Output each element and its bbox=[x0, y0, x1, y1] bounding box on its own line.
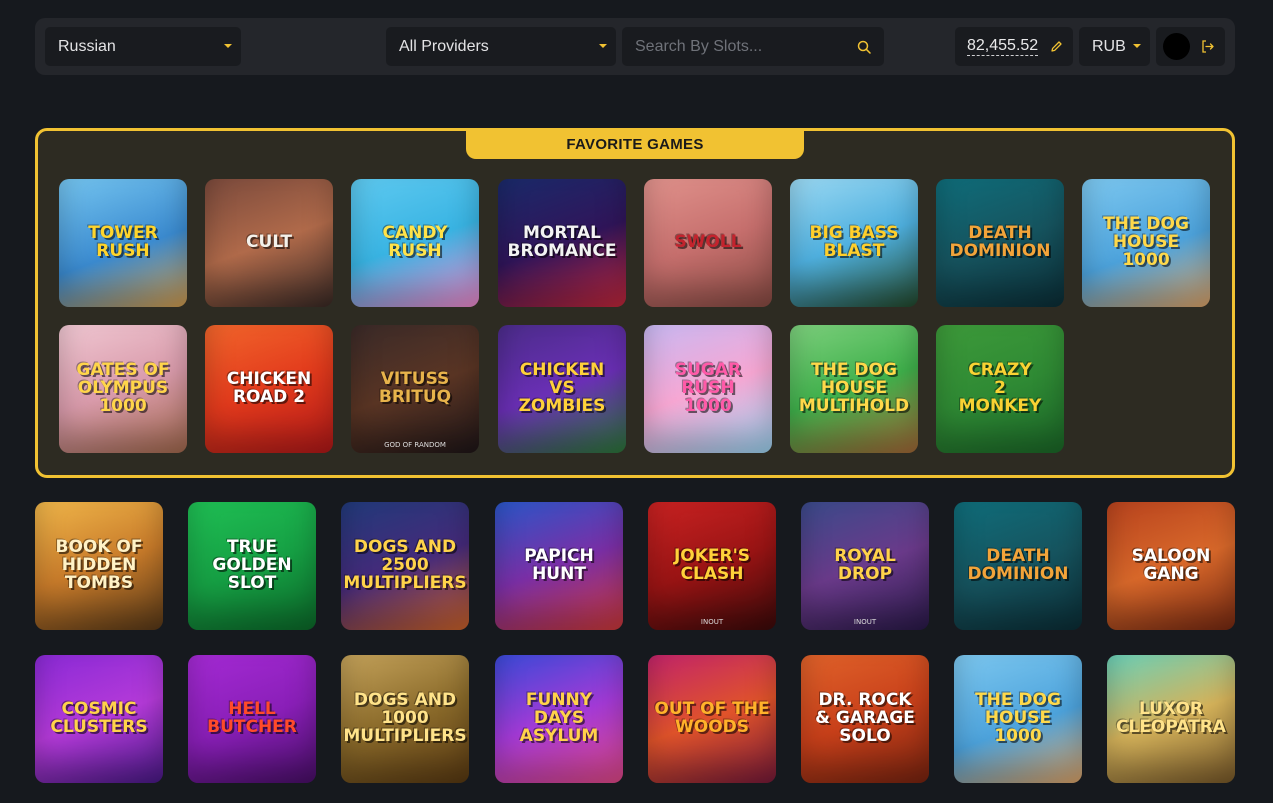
game-title: THE DOG HOUSE MULTIHOLD bbox=[798, 360, 910, 416]
game-tile[interactable]: PAPICH HUNT bbox=[495, 502, 623, 630]
game-title: SALOON GANG bbox=[1131, 546, 1211, 584]
game-tile[interactable]: DR. ROCK & GARAGE SOLO bbox=[801, 655, 929, 783]
game-tile[interactable]: CANDY RUSH bbox=[351, 179, 479, 307]
currency-value: RUB bbox=[1092, 37, 1126, 55]
game-tile[interactable]: GATES OF OLYMPUS 1000 bbox=[59, 325, 187, 453]
game-tile[interactable]: VITUSS BRITUQ GOD of RANDOM bbox=[351, 325, 479, 453]
game-tile[interactable]: MORTAL BROMANCE bbox=[498, 179, 626, 307]
game-tile[interactable]: BOOK OF HIDDEN TOMBS bbox=[35, 502, 163, 630]
game-title: THE DOG HOUSE 1000 bbox=[975, 690, 1061, 746]
search-icon[interactable] bbox=[857, 40, 871, 54]
game-title: MORTAL BROMANCE bbox=[507, 223, 617, 261]
game-title: SWOLL bbox=[674, 232, 742, 253]
game-title: TRUE GOLDEN SLOT bbox=[212, 537, 292, 593]
provider-value: All Providers bbox=[399, 37, 489, 55]
favorite-games-title: FAVORITE GAMES bbox=[466, 129, 804, 159]
chevron-down-icon bbox=[599, 44, 607, 48]
balance-value: 82,455.52 bbox=[967, 37, 1039, 56]
game-tile[interactable]: CHICKEN VS ZOMBIES bbox=[498, 325, 626, 453]
game-tile[interactable]: DOGS AND 2500 MULTIPLIERS bbox=[341, 502, 469, 630]
game-title: DEATH DOMINION bbox=[967, 546, 1069, 584]
game-tile[interactable]: SWOLL bbox=[644, 179, 772, 307]
game-title: BOOK OF HIDDEN TOMBS bbox=[55, 537, 143, 593]
game-title: VITUSS BRITUQ bbox=[378, 369, 452, 407]
game-provider-label: GOD of RANDOM bbox=[384, 440, 446, 449]
game-title: THE DOG HOUSE 1000 bbox=[1103, 214, 1189, 270]
game-title: CULT bbox=[246, 232, 292, 253]
logout-icon[interactable] bbox=[1200, 39, 1215, 54]
top-bar: Russian All Providers 82,455.52 RUB bbox=[35, 18, 1235, 75]
game-title: HELL BUTCHER bbox=[207, 699, 297, 737]
game-title: DEATH DOMINION bbox=[949, 223, 1051, 261]
game-tile[interactable]: CULT bbox=[205, 179, 333, 307]
game-title: COSMIC CLUSTERS bbox=[50, 699, 148, 737]
game-title: FUNNY DAYS ASYLUM bbox=[519, 690, 599, 746]
game-title: JOKER'S CLASH bbox=[673, 546, 751, 584]
game-tile[interactable]: TOWER RUSH bbox=[59, 179, 187, 307]
game-tile[interactable]: DEATH DOMINION bbox=[954, 502, 1082, 630]
pencil-icon[interactable] bbox=[1050, 40, 1063, 53]
game-tile[interactable]: THE DOG HOUSE MULTIHOLD bbox=[790, 325, 918, 453]
game-title: DR. ROCK & GARAGE SOLO bbox=[815, 690, 915, 746]
game-tile[interactable]: COSMIC CLUSTERS bbox=[35, 655, 163, 783]
game-tile[interactable]: LUXOR CLEOPATRA bbox=[1107, 655, 1235, 783]
language-select[interactable]: Russian bbox=[45, 27, 241, 66]
game-tile[interactable]: DOGS AND 1000 MULTIPLIERS bbox=[341, 655, 469, 783]
language-value: Russian bbox=[58, 37, 116, 55]
game-provider-label: INOUT bbox=[853, 617, 877, 626]
game-title: TOWER RUSH bbox=[88, 223, 158, 261]
provider-select[interactable]: All Providers bbox=[386, 27, 616, 66]
game-title: CANDY RUSH bbox=[382, 223, 448, 261]
game-title: PAPICH HUNT bbox=[524, 546, 594, 584]
game-provider-label: INOUT bbox=[700, 617, 724, 626]
currency-select[interactable]: RUB bbox=[1079, 27, 1150, 66]
game-title: CRAZY 2 MONKEY bbox=[958, 360, 1042, 416]
game-title: GATES OF OLYMPUS 1000 bbox=[76, 360, 170, 416]
game-title: SUGAR RUSH 1000 bbox=[674, 360, 742, 416]
game-tile[interactable]: JOKER'S CLASH INOUT bbox=[648, 502, 776, 630]
chevron-down-icon bbox=[224, 44, 232, 48]
game-tile[interactable]: TRUE GOLDEN SLOT bbox=[188, 502, 316, 630]
game-tile[interactable]: FUNNY DAYS ASYLUM bbox=[495, 655, 623, 783]
game-tile[interactable]: THE DOG HOUSE 1000 bbox=[1082, 179, 1210, 307]
search-box bbox=[622, 27, 884, 66]
game-title: LUXOR CLEOPATRA bbox=[1116, 699, 1226, 737]
game-title: ROYAL DROP bbox=[834, 546, 896, 584]
game-tile[interactable]: OUT OF THE WOODS bbox=[648, 655, 776, 783]
game-tile[interactable]: SALOON GANG bbox=[1107, 502, 1235, 630]
game-tile[interactable]: BIG BASS BLAST bbox=[790, 179, 918, 307]
game-title: CHICKEN ROAD 2 bbox=[226, 369, 312, 407]
game-title: DOGS AND 2500 MULTIPLIERS bbox=[343, 537, 467, 593]
chevron-down-icon bbox=[1133, 44, 1141, 48]
game-tile[interactable]: DEATH DOMINION bbox=[936, 179, 1064, 307]
search-input[interactable] bbox=[635, 27, 845, 66]
game-title: CHICKEN VS ZOMBIES bbox=[518, 360, 606, 416]
user-menu bbox=[1156, 27, 1225, 66]
game-title: OUT OF THE WOODS bbox=[654, 699, 770, 737]
game-tile[interactable]: ROYAL DROP INOUT bbox=[801, 502, 929, 630]
game-tile[interactable]: CRAZY 2 MONKEY bbox=[936, 325, 1064, 453]
game-tile[interactable]: SUGAR RUSH 1000 bbox=[644, 325, 772, 453]
balance-display[interactable]: 82,455.52 bbox=[955, 27, 1073, 66]
game-tile[interactable]: CHICKEN ROAD 2 bbox=[205, 325, 333, 453]
game-tile[interactable]: THE DOG HOUSE 1000 bbox=[954, 655, 1082, 783]
game-tile[interactable]: HELL BUTCHER bbox=[188, 655, 316, 783]
game-title: BIG BASS BLAST bbox=[809, 223, 899, 261]
avatar[interactable] bbox=[1163, 33, 1190, 60]
game-title: DOGS AND 1000 MULTIPLIERS bbox=[343, 690, 467, 746]
